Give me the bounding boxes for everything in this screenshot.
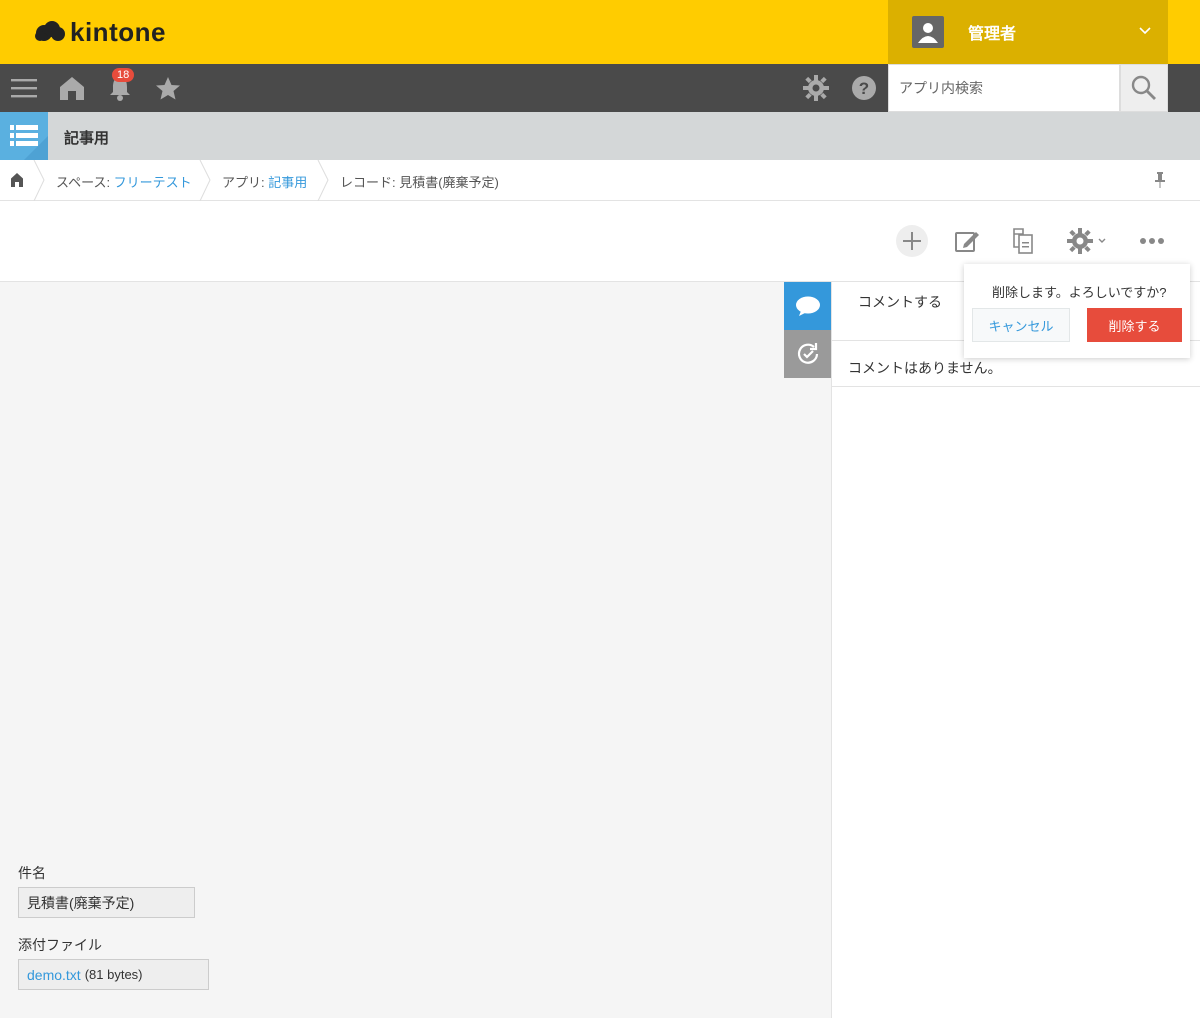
logo-text: kintone: [70, 16, 166, 47]
search-icon: [1131, 75, 1156, 100]
user-menu[interactable]: 管理者: [888, 0, 1168, 64]
delete-confirm-message: 削除します。よろしいですか?: [992, 285, 1167, 300]
app-title[interactable]: 記事用: [64, 127, 109, 148]
attachment-file-link[interactable]: demo.txt: [27, 967, 81, 983]
edit-icon: [955, 232, 979, 252]
menu-icon[interactable]: [0, 64, 48, 112]
confirm-delete-button[interactable]: 削除する: [1087, 308, 1182, 342]
post-comment-link[interactable]: コメントする: [858, 292, 942, 312]
app-titlebar: 記事用: [0, 112, 1200, 160]
breadcrumb-space: スペース: フリーテスト: [56, 175, 192, 190]
chevron-down-icon: [1098, 238, 1106, 243]
add-record-button[interactable]: [896, 225, 928, 257]
comment-tab[interactable]: [784, 282, 832, 330]
breadcrumb-app: アプリ: 記事用: [222, 175, 308, 190]
breadcrumb-record: レコード: 見積書(廃棄予定): [340, 175, 499, 190]
divider: [832, 386, 1200, 387]
gear-icon[interactable]: [792, 64, 840, 112]
user-name: 管理者: [968, 26, 1017, 43]
help-icon[interactable]: ?: [840, 64, 888, 112]
app-list-icon[interactable]: [0, 112, 48, 160]
comment-icon: [796, 296, 820, 316]
duplicate-record-button[interactable]: [1007, 225, 1039, 257]
more-icon: [1140, 238, 1164, 244]
breadcrumb-separator: [317, 160, 329, 201]
attachment-file-size: (81 bytes): [84, 967, 143, 982]
attachment-field-label: 添付ファイル: [18, 937, 102, 953]
home-icon[interactable]: [48, 64, 96, 112]
breadcrumb: スペース: フリーテスト アプリ: 記事用 レコード: 見積書(廃棄予定): [0, 160, 1200, 201]
delete-confirm-popover: 削除します。よろしいですか? キャンセル 削除する: [964, 264, 1190, 358]
no-comments-text: コメントはありません。: [848, 360, 1002, 376]
title-field-value: 見積書(廃棄予定): [18, 887, 195, 918]
pin-icon[interactable]: [1154, 172, 1166, 188]
top-header: kintone 管理者: [0, 0, 1200, 64]
user-icon: [918, 23, 938, 43]
kintone-cloud-icon: [35, 21, 65, 41]
app-search-input[interactable]: アプリ内検索: [888, 64, 1120, 112]
kintone-logo[interactable]: kintone: [34, 16, 166, 47]
home-icon[interactable]: [10, 172, 24, 187]
record-settings-button[interactable]: [1062, 225, 1112, 257]
avatar: [912, 16, 944, 48]
chevron-down-icon: [1139, 27, 1151, 35]
space-link[interactable]: フリーテスト: [114, 175, 192, 190]
edit-record-button[interactable]: [951, 225, 983, 257]
star-icon[interactable]: [144, 64, 192, 112]
gear-icon: [1067, 228, 1093, 254]
notification-badge: 18: [112, 68, 135, 82]
comment-panel: コメントする コメントはありません。: [831, 282, 1200, 1018]
history-icon: [797, 343, 819, 364]
search-button[interactable]: [1120, 64, 1168, 112]
copy-icon: [1013, 228, 1033, 254]
history-tab[interactable]: [784, 330, 832, 378]
breadcrumb-separator: [33, 160, 45, 201]
app-link[interactable]: 記事用: [268, 175, 307, 190]
attachment-field-value: demo.txt (81 bytes): [18, 959, 209, 990]
breadcrumb-separator: [199, 160, 211, 201]
more-options-button[interactable]: [1136, 225, 1168, 257]
svg-text:?: ?: [859, 79, 869, 98]
plus-icon: [903, 232, 921, 250]
title-field-label: 件名: [18, 865, 46, 881]
cancel-button[interactable]: キャンセル: [972, 308, 1070, 342]
